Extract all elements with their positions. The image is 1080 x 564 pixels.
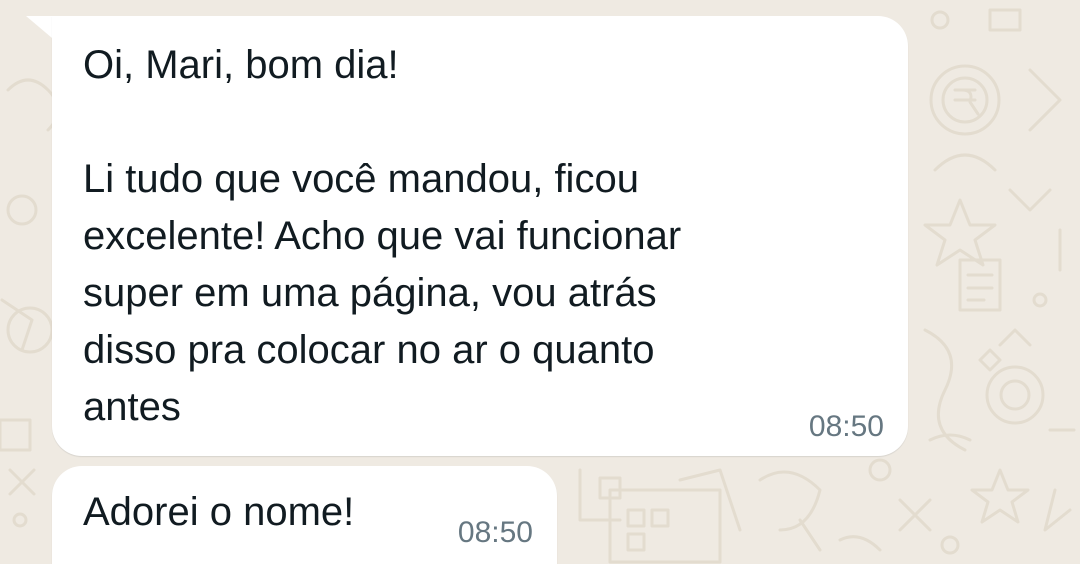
bubble-tail bbox=[26, 16, 52, 38]
message-bubble-received[interactable]: Oi, Mari, bom dia! Li tudo que você mand… bbox=[52, 16, 908, 456]
message-text: Oi, Mari, bom dia! Li tudo que você mand… bbox=[83, 43, 682, 429]
message-text: Adorei o nome! bbox=[83, 490, 355, 534]
message-timestamp: 08:50 bbox=[808, 410, 884, 443]
message-bubble-received[interactable]: Adorei o nome! 08:50 bbox=[52, 466, 557, 564]
message-timestamp: 08:50 bbox=[457, 516, 533, 549]
